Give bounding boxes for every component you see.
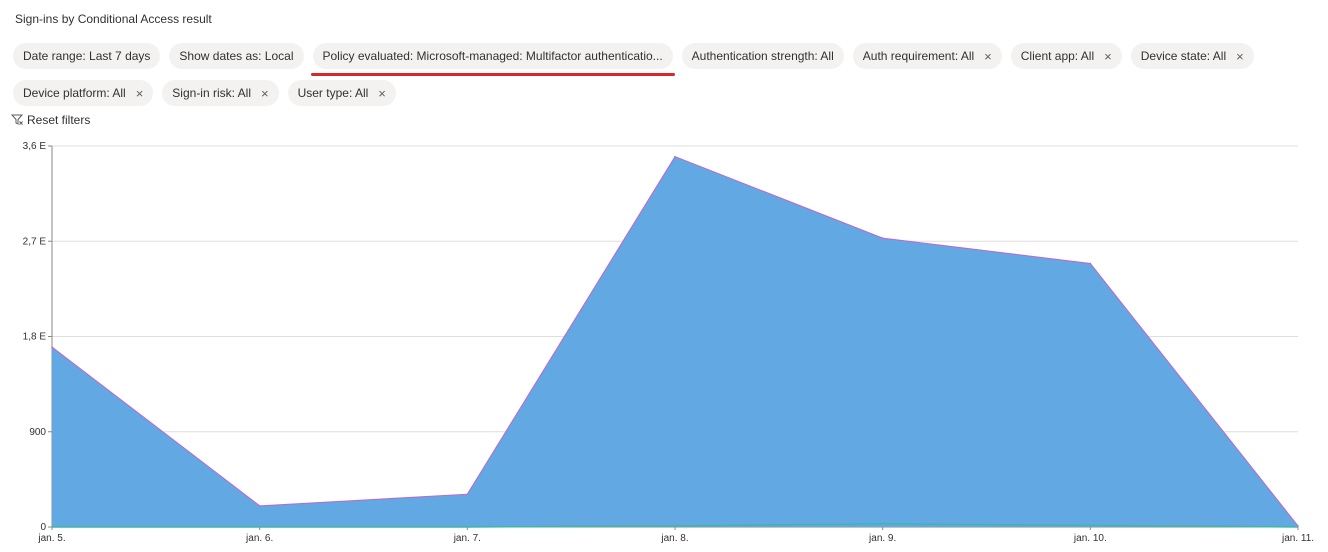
x-tick-label: jan. 7. — [453, 533, 481, 544]
x-tick-label: jan. 5. — [37, 533, 65, 544]
data-point — [466, 493, 469, 495]
series-area-fill — [52, 156, 1298, 528]
data-point — [51, 346, 53, 348]
data-point — [258, 505, 261, 507]
x-tick-label: jan. 8. — [660, 533, 688, 544]
y-tick-label: 2,7 E — [23, 236, 47, 247]
x-tick-label: jan. 9. — [868, 533, 896, 544]
y-tick-label: 3,6 E — [23, 141, 47, 152]
data-point — [881, 237, 884, 239]
y-tick-label: 1,8 E — [23, 332, 47, 343]
x-tick-label: jan. 6. — [245, 533, 273, 544]
data-point — [674, 155, 676, 158]
x-tick-label: jan. 11. — [1281, 533, 1314, 544]
area-chart: 0 900 1,8 E 2,7 E 3,6 E jan. 5. jan. 6. jan. 7.… — [23, 141, 1314, 544]
y-tick-label: 0 — [40, 522, 46, 533]
data-point — [1089, 262, 1092, 265]
y-tick-label: 900 — [29, 427, 46, 438]
x-tick-label: jan. 10. — [1073, 533, 1107, 544]
